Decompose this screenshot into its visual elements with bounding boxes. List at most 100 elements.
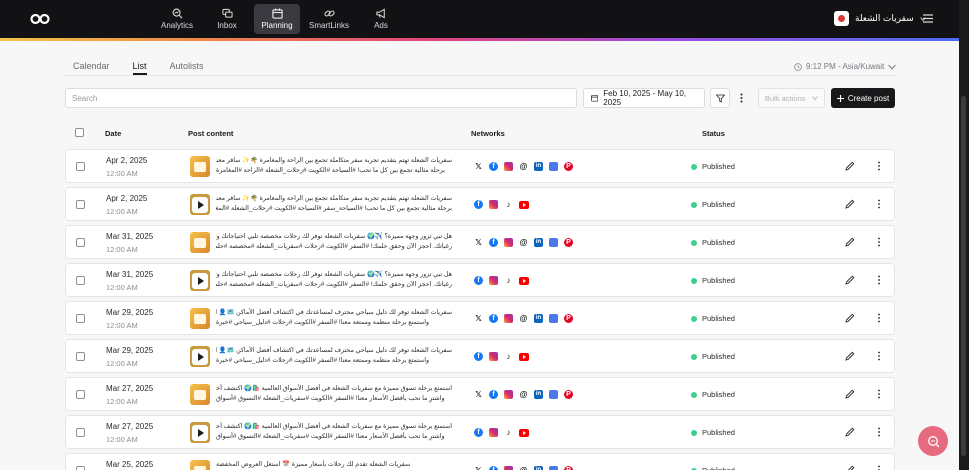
row-checkbox[interactable] [76, 162, 85, 171]
edit-icon[interactable] [845, 275, 855, 285]
kebab-menu-icon[interactable] [874, 275, 884, 285]
pinterest-icon: P [564, 466, 573, 470]
bulk-actions-dropdown[interactable]: Bulk actions [758, 88, 825, 108]
kebab-menu-icon[interactable] [874, 351, 884, 361]
edit-icon[interactable] [845, 161, 855, 171]
image-thumbnail[interactable] [190, 384, 210, 405]
row-checkbox[interactable] [76, 276, 85, 285]
kebab-menu-icon[interactable] [874, 161, 884, 171]
scrollbar-thumb[interactable] [961, 96, 966, 456]
tab-list[interactable]: List [132, 61, 147, 75]
youtube-icon [519, 201, 529, 209]
row-checkbox[interactable] [76, 200, 85, 209]
edit-icon[interactable] [845, 199, 855, 209]
timezone-selector[interactable]: 9:12 PM - Asia/Kuwait [794, 62, 897, 71]
post-content[interactable]: سفريات الشعلة تقدم لك رحلات بأسعار مميزة… [216, 460, 452, 470]
x-icon: 𝕏 [474, 466, 483, 470]
kebab-menu-icon[interactable] [874, 427, 884, 437]
kebab-menu-icon[interactable] [874, 313, 884, 323]
post-content[interactable]: سفريات الشعلة توفر لك دليل سياحي محترف ل… [216, 308, 452, 328]
nav-analytics[interactable]: Analytics [154, 4, 200, 34]
table-row[interactable]: Apr 2, 2025 12:00 AM سفريات الشعلة تهتم … [65, 187, 895, 221]
post-content[interactable]: هل تبي تزور وجهة مميزة؟ ✈️🌍 سفريات الشعل… [216, 232, 452, 252]
post-content[interactable]: سفريات الشعلة تهتم بتقديم تجربة سفر متكا… [216, 194, 452, 214]
create-post-label: Create post [847, 93, 890, 103]
image-thumbnail[interactable] [190, 308, 210, 329]
instagram-icon [504, 238, 513, 247]
row-checkbox[interactable] [76, 352, 85, 361]
edit-icon[interactable] [845, 465, 855, 470]
post-content[interactable]: استمتع برحلة تسوق مميزة مع سفريات الشعلة… [216, 422, 452, 442]
nav-ads[interactable]: Ads [358, 4, 404, 34]
table-row[interactable]: Mar 31, 2025 12:00 AM هل تبي تزور وجهة م… [65, 263, 895, 297]
status-dot [691, 163, 697, 170]
image-thumbnail[interactable] [190, 232, 210, 253]
nav-inbox[interactable]: Inbox [204, 4, 250, 34]
menu-icon[interactable] [923, 14, 933, 23]
video-thumbnail[interactable] [190, 194, 210, 215]
edit-icon[interactable] [845, 389, 855, 399]
video-thumbnail[interactable] [190, 270, 210, 291]
post-networks: f ♪ [474, 428, 529, 437]
post-content[interactable]: سفريات الشعلة تهتم بتقديم تجربة سفر متكا… [216, 156, 452, 176]
status-label: Published [702, 352, 735, 361]
date-range-picker[interactable]: Feb 10, 2025 - May 10, 2025 [583, 88, 705, 108]
kebab-menu-icon[interactable] [874, 389, 884, 399]
post-content[interactable]: سفريات الشعلة توفر لك دليل سياحي محترف ل… [216, 346, 452, 366]
facebook-icon: f [489, 390, 498, 399]
select-all-checkbox[interactable] [75, 128, 84, 137]
edit-icon[interactable] [845, 313, 855, 323]
table-row[interactable]: Mar 27, 2025 12:00 AM استمتع برحلة تسوق … [65, 415, 895, 449]
post-content[interactable]: استمتع برحلة تسوق مميزة مع سفريات الشعلة… [216, 384, 452, 404]
google-business-icon [549, 238, 558, 247]
kebab-menu-icon[interactable] [874, 465, 884, 470]
kebab-menu-icon[interactable] [874, 237, 884, 247]
status-badge: Published [691, 428, 735, 437]
tab-calendar[interactable]: Calendar [73, 61, 110, 75]
tiktok-icon: ♪ [506, 276, 511, 285]
row-checkbox[interactable] [76, 390, 85, 399]
create-post-button[interactable]: Create post [831, 88, 895, 108]
row-checkbox[interactable] [76, 314, 85, 323]
table-row[interactable]: Mar 25, 2025 12:00 AM سفريات الشعلة تقدم… [65, 453, 895, 470]
filter-button[interactable] [710, 88, 730, 108]
post-time: 12:00 AM [106, 435, 138, 444]
post-content-line: هل تبي تزور وجهة مميزة؟ ✈️🌍 سفريات الشعل… [216, 233, 452, 240]
app-logo-icon[interactable] [30, 12, 50, 26]
bulk-actions-label: Bulk actions [765, 93, 806, 103]
main-nav: Analytics Inbox Planning SmartLinks Ads [154, 4, 404, 34]
table-row[interactable]: Mar 29, 2025 12:00 AM سفريات الشعلة توفر… [65, 339, 895, 373]
tab-autolists[interactable]: Autolists [170, 61, 204, 75]
link-icon [323, 10, 335, 17]
more-options-button[interactable] [731, 88, 751, 108]
row-checkbox[interactable] [76, 238, 85, 247]
support-chat-button[interactable] [918, 426, 948, 456]
status-label: Published [702, 238, 735, 247]
post-content[interactable]: هل تبي تزور وجهة مميزة؟ ✈️🌍 سفريات الشعل… [216, 270, 452, 290]
nav-smartlinks[interactable]: SmartLinks [304, 4, 354, 34]
pinterest-icon: P [564, 390, 573, 399]
video-thumbnail[interactable] [190, 346, 210, 367]
video-thumbnail[interactable] [190, 422, 210, 443]
post-networks: f ♪ [474, 276, 529, 285]
table-row[interactable]: Mar 31, 2025 12:00 AM هل تبي تزور وجهة م… [65, 225, 895, 259]
row-checkbox[interactable] [76, 466, 85, 470]
account-switcher[interactable]: سفريات الشعلة [834, 11, 926, 26]
instagram-icon [504, 162, 513, 171]
nav-planning[interactable]: Planning [254, 4, 300, 34]
status-label: Published [702, 162, 735, 171]
image-thumbnail[interactable] [190, 460, 210, 470]
table-row[interactable]: Mar 27, 2025 12:00 AM استمتع برحلة تسوق … [65, 377, 895, 411]
search-input[interactable]: Search [65, 88, 577, 108]
table-row[interactable]: Mar 29, 2025 12:00 AM سفريات الشعلة توفر… [65, 301, 895, 335]
table-row[interactable]: Apr 2, 2025 12:00 AM سفريات الشعلة تهتم … [65, 149, 895, 183]
edit-icon[interactable] [845, 237, 855, 247]
row-checkbox[interactable] [76, 428, 85, 437]
column-header-networks: Networks [471, 129, 505, 138]
google-business-icon [549, 314, 558, 323]
edit-icon[interactable] [845, 427, 855, 437]
edit-icon[interactable] [845, 351, 855, 361]
x-icon: 𝕏 [475, 238, 482, 247]
image-thumbnail[interactable] [190, 156, 210, 177]
kebab-menu-icon[interactable] [874, 199, 884, 209]
